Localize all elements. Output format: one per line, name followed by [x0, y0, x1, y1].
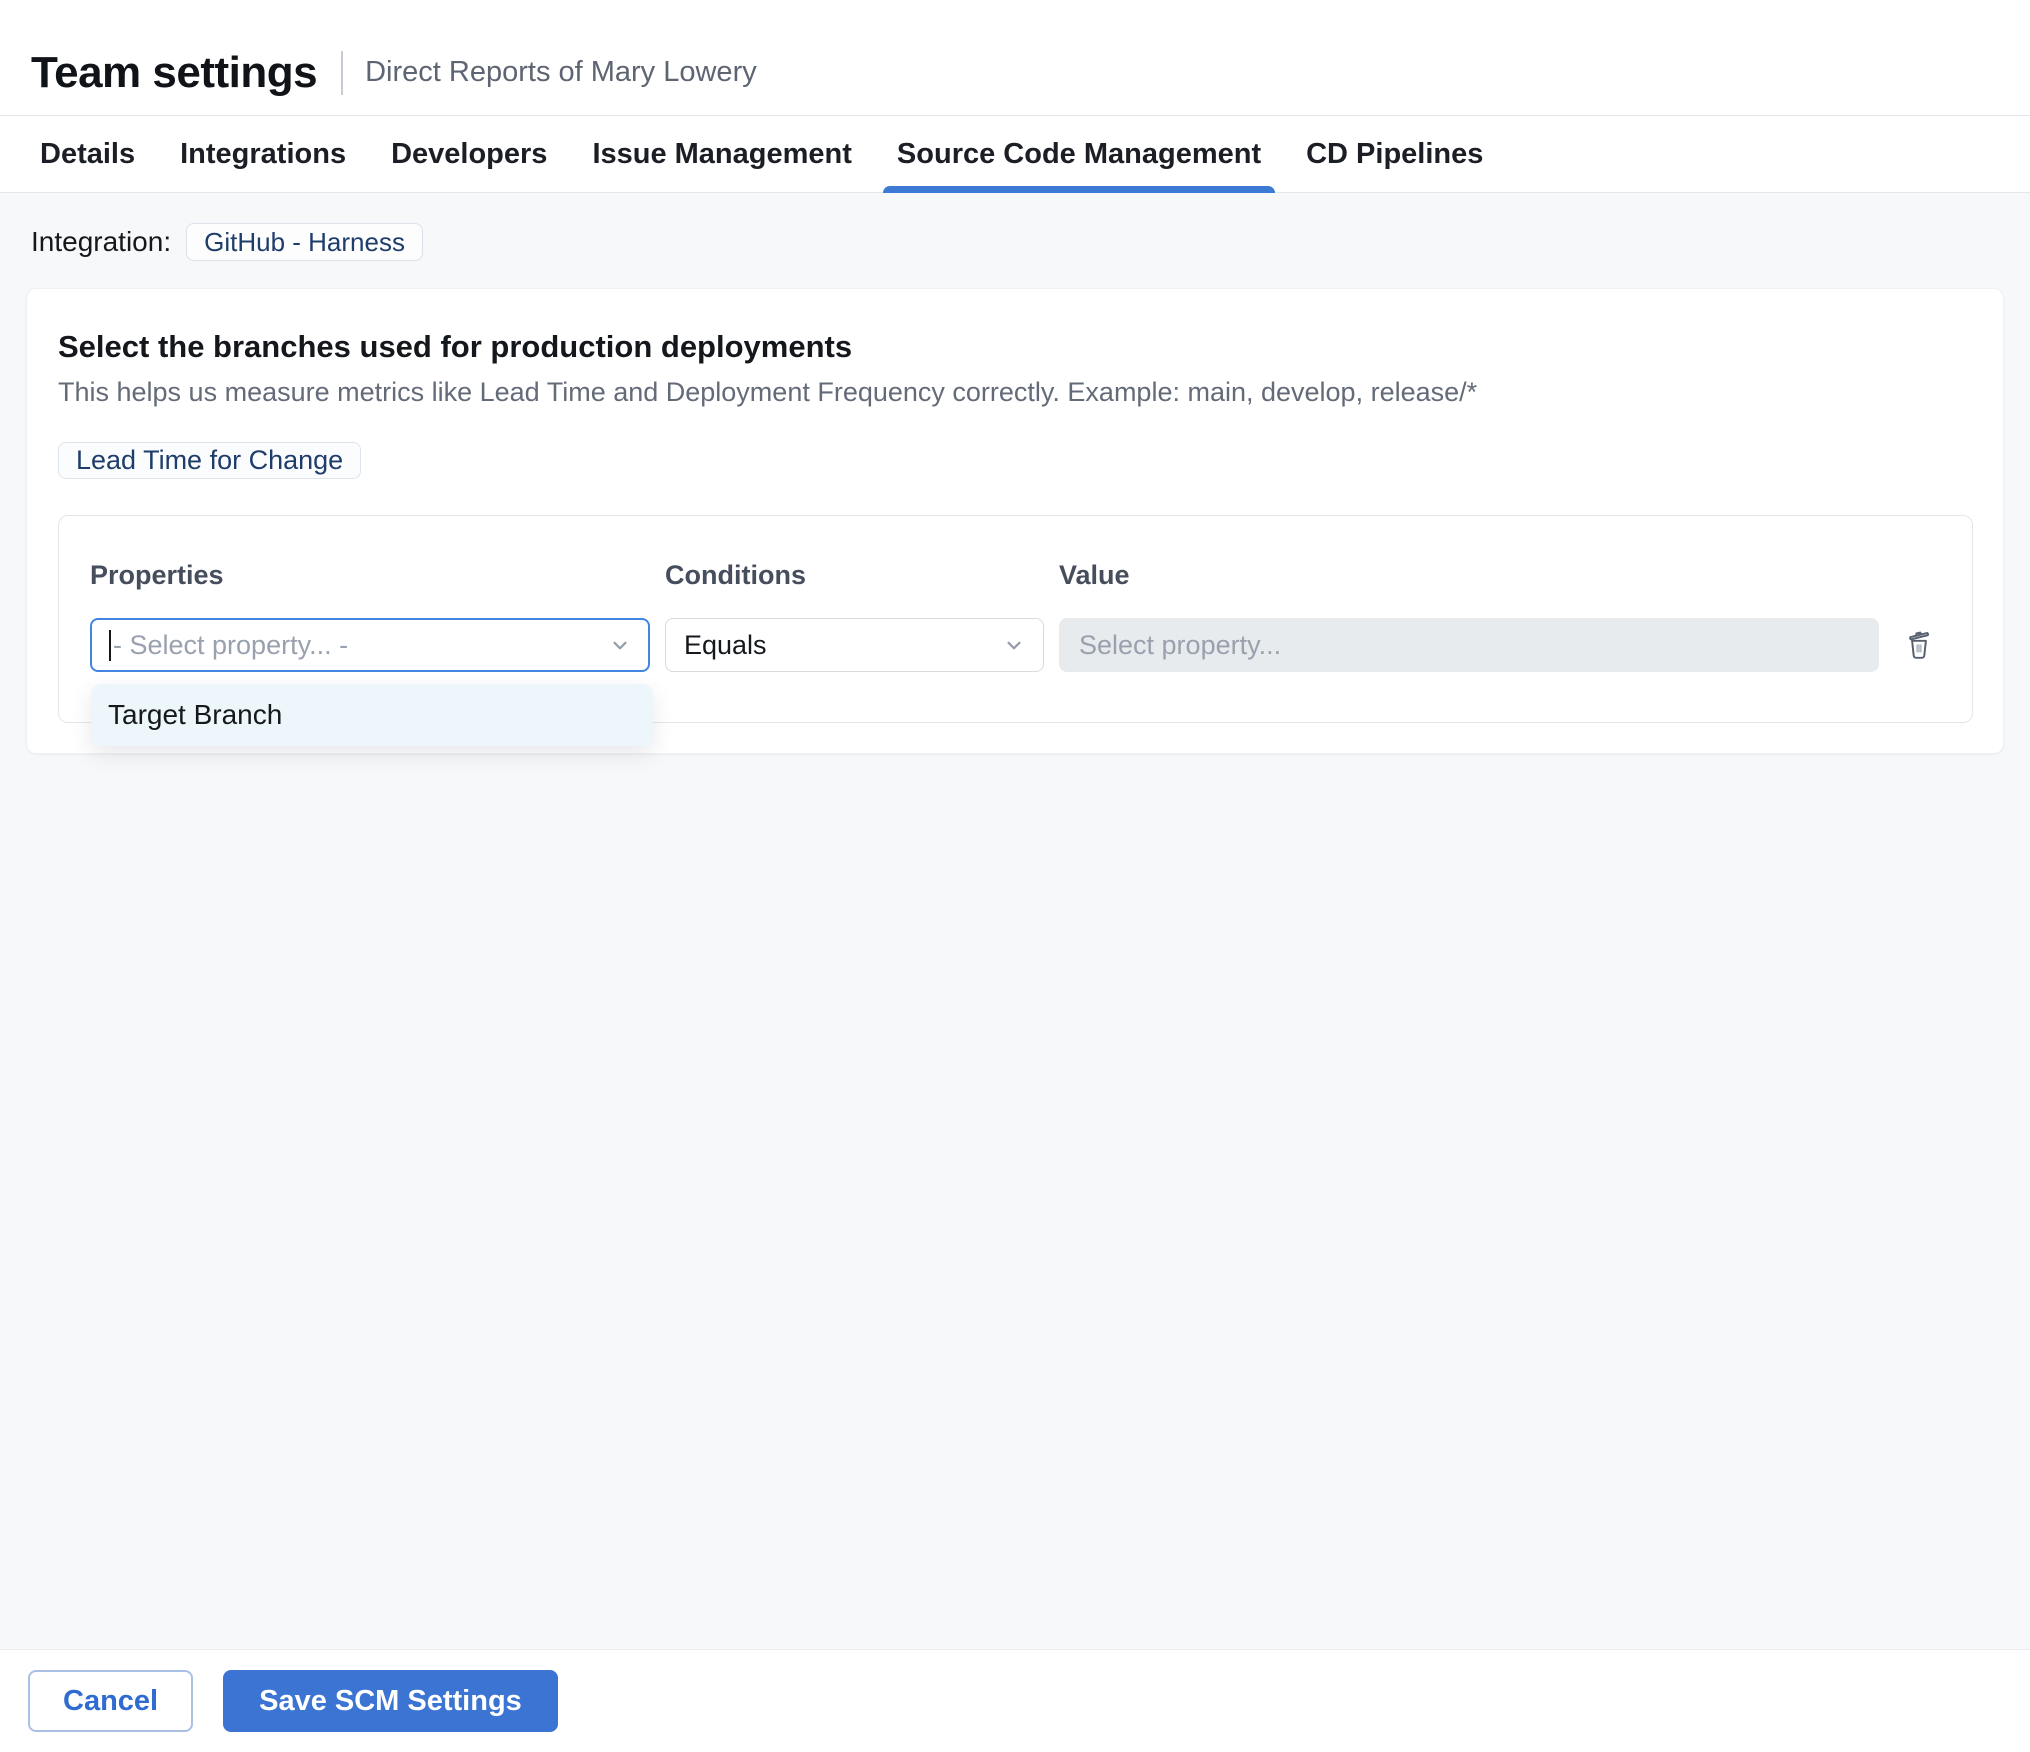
conditions-column-label: Conditions — [665, 560, 806, 590]
card-description: This helps us measure metrics like Lead … — [58, 377, 1478, 407]
condition-select-value: Equals — [684, 629, 767, 660]
condition-select[interactable]: Equals — [665, 618, 1044, 672]
property-dropdown-menu: Target Branch — [91, 684, 653, 746]
text-caret — [109, 629, 111, 661]
chevron-down-icon — [1007, 641, 1021, 650]
value-input[interactable] — [1059, 618, 1879, 672]
footer-bar: Cancel Save SCM Settings — [0, 1650, 2030, 1752]
card-heading: Select the branches used for production … — [58, 329, 853, 364]
main-content: Integration: GitHub - Harness Select the… — [0, 193, 2030, 1650]
page-title: Team settings — [31, 47, 318, 97]
lead-time-chip[interactable]: Lead Time for Change — [58, 442, 362, 479]
value-column-label: Value — [1059, 560, 1130, 590]
tab-source-code-management[interactable]: Source Code Management — [882, 116, 1276, 193]
property-select[interactable]: - Select property... - — [90, 618, 650, 672]
property-select-placeholder: - Select property... - — [113, 629, 349, 660]
rule-panel: Properties Conditions Value - Select pro… — [58, 515, 1973, 746]
branches-card: Select the branches used for production … — [26, 288, 2004, 754]
tab-cd-pipelines[interactable]: CD Pipelines — [1306, 116, 1483, 192]
properties-column-label: Properties — [90, 560, 224, 590]
title-divider — [341, 50, 344, 95]
tab-bar: Details Integrations Developers Issue Ma… — [0, 116, 2030, 193]
page-subtitle: Direct Reports of Mary Lowery — [365, 56, 757, 88]
tab-integrations[interactable]: Integrations — [180, 116, 346, 192]
integration-chip[interactable]: GitHub - Harness — [186, 223, 423, 261]
tab-details[interactable]: Details — [40, 116, 135, 192]
integration-label: Integration: — [31, 226, 172, 257]
dropdown-option-target-branch[interactable]: Target Branch — [91, 684, 653, 746]
tab-developers[interactable]: Developers — [391, 116, 547, 192]
page-header: Team settings Direct Reports of Mary Low… — [0, 0, 2030, 116]
delete-rule-button[interactable] — [1900, 625, 1938, 665]
tab-issue-management[interactable]: Issue Management — [592, 116, 851, 192]
trash-icon — [1909, 631, 1930, 659]
save-scm-settings-button[interactable]: Save SCM Settings — [223, 1670, 558, 1732]
integration-row: Integration: GitHub - Harness — [31, 223, 2030, 261]
chevron-down-icon — [613, 641, 627, 650]
cancel-button[interactable]: Cancel — [28, 1670, 194, 1732]
